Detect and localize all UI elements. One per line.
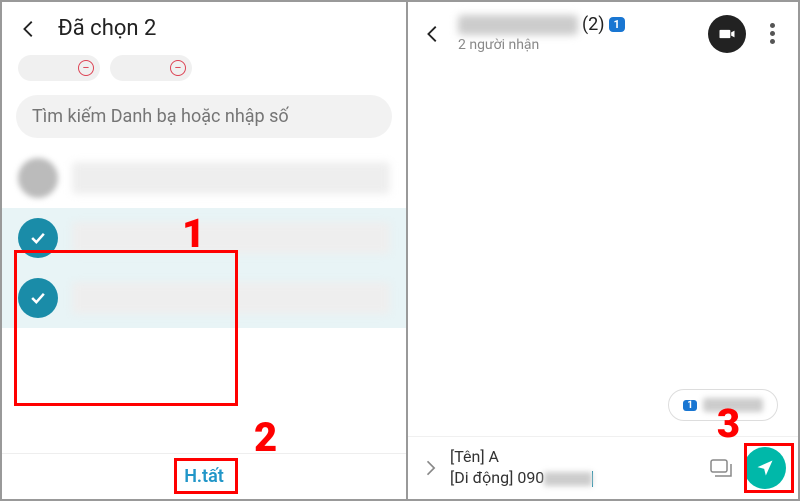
contact-name — [72, 162, 390, 194]
contact-avatar — [18, 158, 58, 198]
sim-badge: 1 — [609, 17, 625, 32]
conversation-title — [458, 15, 578, 35]
annotation-box-1 — [14, 250, 238, 406]
video-call-button[interactable] — [708, 15, 746, 53]
chip-remove-icon[interactable]: − — [78, 60, 94, 76]
back-icon[interactable] — [18, 18, 40, 40]
recipient-count: (2) — [582, 14, 605, 35]
header-title: Đã chọn 2 — [58, 16, 156, 41]
expand-icon[interactable] — [420, 458, 440, 478]
video-icon — [717, 24, 737, 44]
more-menu-button[interactable] — [760, 23, 784, 44]
annotation-number-2: 2 — [254, 414, 277, 461]
compose-line-1: [Tên] A — [450, 447, 499, 466]
sim-selector-icon[interactable] — [708, 458, 734, 478]
search-field[interactable] — [16, 95, 392, 138]
annotation-box-2 — [174, 458, 238, 494]
annotation-number-1: 1 — [182, 210, 205, 257]
annotation-box-3 — [744, 443, 794, 493]
selected-chip[interactable]: − — [18, 55, 100, 81]
sim-badge: 1 — [683, 400, 697, 411]
annotation-number-3: 3 — [717, 400, 740, 447]
search-input[interactable] — [32, 106, 376, 127]
recipient-subtitle: 2 người nhận — [458, 37, 694, 53]
compose-input[interactable]: [Tên] A [Di động] 090 — [450, 447, 698, 489]
chip-remove-icon[interactable]: − — [170, 60, 186, 76]
selected-chip[interactable]: − — [110, 55, 192, 81]
contact-row[interactable] — [2, 148, 406, 208]
back-icon[interactable] — [422, 23, 444, 45]
compose-line-2: [Di động] 090 — [450, 468, 544, 487]
